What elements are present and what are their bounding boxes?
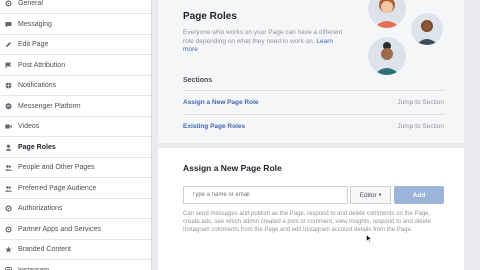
globe-icon xyxy=(5,82,12,89)
messenger-icon xyxy=(5,102,12,110)
assign-role-card: Assign a New Page Role Editor ♦ Add Can … xyxy=(158,148,464,270)
settings-sidebar: General Messaging Edit Page Post Attributio… xyxy=(0,0,152,270)
people-icon xyxy=(5,164,12,171)
star-icon xyxy=(5,246,12,253)
assign-role-title: Assign a New Page Role xyxy=(183,163,282,173)
instagram-icon xyxy=(5,266,12,270)
sidebar-item-label: Post Attribution xyxy=(18,61,66,69)
avatar xyxy=(411,13,443,45)
sidebar-item-label: Preferred Page Audience xyxy=(18,184,97,192)
jump-to-section-link[interactable]: Jump to Section xyxy=(397,99,444,106)
sidebar-item-label: Messaging xyxy=(18,20,52,28)
page-roles-description: Everyone who works on your Page can have… xyxy=(183,29,345,55)
sidebar-item-general[interactable]: General xyxy=(0,0,151,14)
sidebar-item-authorizations[interactable]: Authorizations xyxy=(0,199,151,219)
sidebar-item-label: Partner Apps and Services xyxy=(18,225,101,233)
sidebar-item-label: Edit Page xyxy=(18,41,49,48)
role-value: Editor xyxy=(359,191,377,199)
video-icon xyxy=(5,123,12,130)
sidebar-item-preferred-page-audience[interactable]: Preferred Page Audience xyxy=(0,179,151,199)
sidebar-item-page-roles[interactable]: Page Roles xyxy=(0,138,151,158)
role-select[interactable]: Editor ♦ xyxy=(350,186,391,204)
sidebar-item-edit-page[interactable]: Edit Page xyxy=(0,35,151,55)
sidebar-item-label: Notifications xyxy=(18,82,57,89)
sidebar-item-label: Messenger Platform xyxy=(18,102,81,110)
sidebar-item-instagram[interactable]: Instagram xyxy=(0,261,151,270)
dropdown-caret-icon: ♦ xyxy=(378,192,382,198)
pencil-icon xyxy=(5,41,12,48)
sections-label: Sections xyxy=(183,77,213,84)
people-icon xyxy=(5,185,12,192)
sidebar-item-branded-content[interactable]: Branded Content xyxy=(0,240,151,260)
sidebar-item-messenger-platform[interactable]: Messenger Platform xyxy=(0,97,151,117)
section-link-existing[interactable]: Existing Page Roles xyxy=(183,123,245,130)
sidebar-item-partner-apps-and-services[interactable]: Partner Apps and Services xyxy=(0,220,151,240)
add-button[interactable]: Add xyxy=(394,186,444,204)
section-row-assign[interactable]: Assign a New Page Role Jump to Section xyxy=(183,90,444,114)
section-row-existing[interactable]: Existing Page Roles Jump to Section xyxy=(183,114,444,138)
sidebar-item-people-and-other-pages[interactable]: People and Other Pages xyxy=(0,158,151,178)
mouse-cursor-icon xyxy=(366,234,372,243)
role-help-text: Can send messages and publish as the Pag… xyxy=(183,211,431,233)
section-link-assign[interactable]: Assign a New Page Role xyxy=(183,99,259,106)
main-content: Page Roles Everyone who works on your Pa… xyxy=(158,0,464,270)
page-title: Page Roles xyxy=(183,11,237,22)
sidebar-item-label: Page Roles xyxy=(18,143,56,151)
gear-icon xyxy=(5,205,12,212)
sidebar-item-label: Branded Content xyxy=(18,246,71,253)
person-icon xyxy=(5,144,12,151)
jump-to-section-link[interactable]: Jump to Section xyxy=(397,123,444,130)
page-roles-card: Page Roles Everyone who works on your Pa… xyxy=(158,0,464,143)
gear-icon xyxy=(5,0,12,7)
flag-icon xyxy=(5,62,12,69)
name-or-email-input[interactable] xyxy=(183,186,348,204)
gear-icon xyxy=(5,225,12,233)
avatar xyxy=(368,0,406,28)
sidebar-item-label: General xyxy=(18,0,43,7)
sidebar-item-label: People and Other Pages xyxy=(18,164,95,171)
avatar xyxy=(368,37,406,75)
chat-icon xyxy=(5,21,12,28)
sidebar-item-notifications[interactable]: Notifications xyxy=(0,76,151,96)
sidebar-item-label: Instagram xyxy=(18,266,50,270)
sidebar-item-label: Videos xyxy=(18,123,40,130)
sidebar-item-videos[interactable]: Videos xyxy=(0,117,151,137)
sidebar-item-post-attribution[interactable]: Post Attribution xyxy=(0,56,151,76)
sidebar-item-messaging[interactable]: Messaging xyxy=(0,15,151,35)
sidebar-item-label: Authorizations xyxy=(18,205,63,212)
